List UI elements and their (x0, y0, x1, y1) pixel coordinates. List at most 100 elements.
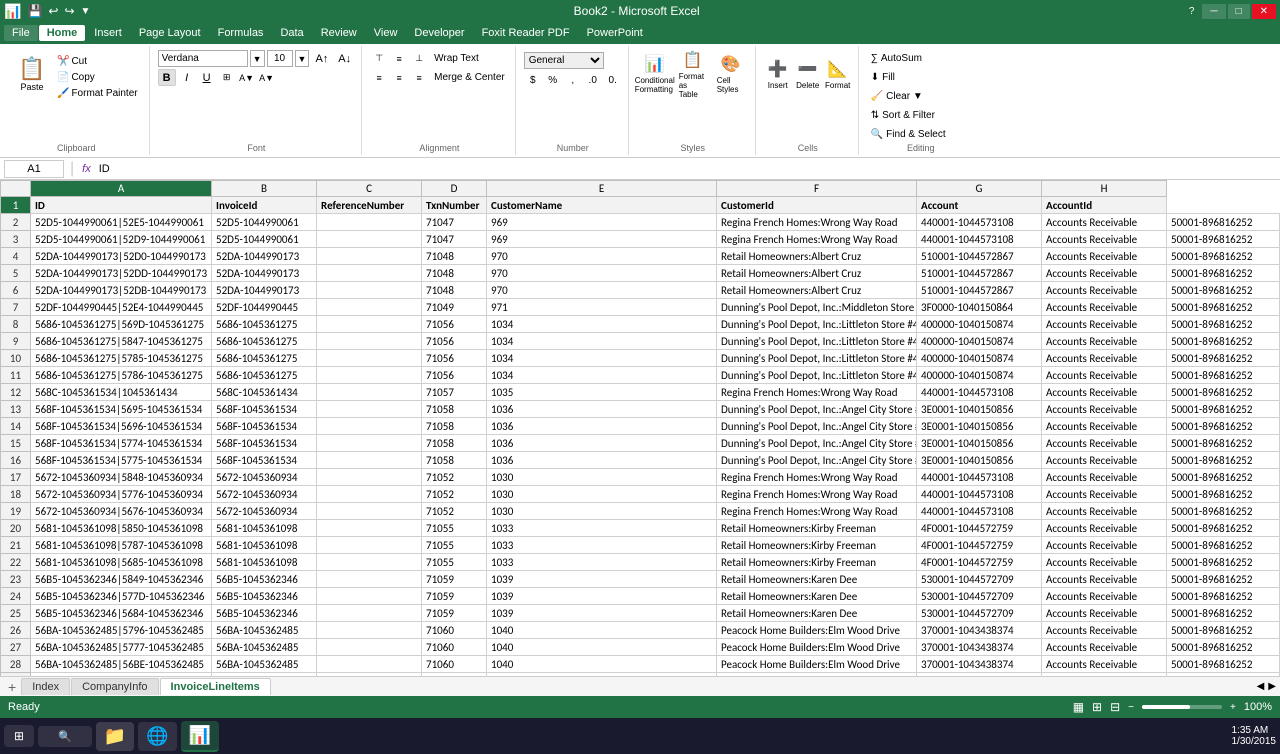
dec-decimal-btn[interactable]: 0. (604, 72, 622, 89)
zoom-slider[interactable] (1142, 705, 1222, 709)
data-cell[interactable]: 400000-1040150874 (917, 333, 1042, 350)
data-cell[interactable]: 52DA-1044990173|52DB-1044990173 (31, 282, 212, 299)
data-cell[interactable]: 56BA-1045362485|56BE-1045362485 (31, 656, 212, 673)
data-cell[interactable]: Accounts Receivable (1042, 537, 1167, 554)
data-cell[interactable]: Accounts Receivable (1042, 656, 1167, 673)
data-cell[interactable]: 440001-1044573108 (917, 384, 1042, 401)
data-cell[interactable] (317, 367, 422, 384)
taskbar-chrome[interactable]: 🌐 (138, 722, 176, 751)
help-icon[interactable]: ? (1183, 4, 1201, 19)
align-center-btn[interactable]: ≡ (390, 69, 408, 86)
data-cell[interactable]: 52DA-1044990173|52DD-1044990173 (31, 265, 212, 282)
border-button[interactable]: ⊞ (218, 69, 236, 86)
data-cell[interactable]: Accounts Receivable (1042, 367, 1167, 384)
data-cell[interactable]: 50001-896816252 (1167, 537, 1280, 554)
data-cell[interactable]: 400000-1040150874 (917, 367, 1042, 384)
data-cell[interactable]: 510001-1044572867 (917, 265, 1042, 282)
row-header-2[interactable]: 2 (1, 214, 31, 231)
data-cell[interactable]: 5686-1045361275|5786-1045361275 (31, 367, 212, 384)
data-cell[interactable]: Dunning's Pool Depot, Inc.:Angel City St… (717, 401, 917, 418)
col-header-g[interactable]: G (917, 181, 1042, 197)
data-cell[interactable]: 5686-1045361275|569D-1045361275 (31, 316, 212, 333)
data-cell[interactable]: 1040 (487, 639, 717, 656)
font-name-dropdown[interactable]: ▼ (250, 50, 265, 67)
data-cell[interactable]: 71048 (422, 265, 487, 282)
delete-btn[interactable]: ➖ Delete (794, 52, 822, 96)
data-cell[interactable]: 71052 (422, 503, 487, 520)
data-cell[interactable]: 970 (487, 248, 717, 265)
data-cell[interactable]: Accounts Receivable (1042, 231, 1167, 248)
data-cell[interactable]: 52DA-1044990173 (212, 248, 317, 265)
data-cell[interactable]: 50001-896816252 (1167, 401, 1280, 418)
align-left-btn[interactable]: ≡ (370, 69, 388, 86)
align-right-btn[interactable]: ≡ (410, 69, 428, 86)
italic-button[interactable]: I (178, 69, 196, 86)
data-cell[interactable]: 440001-1044573108 (917, 486, 1042, 503)
data-cell[interactable]: 1040 (487, 656, 717, 673)
data-cell[interactable]: 50001-896816252 (1167, 486, 1280, 503)
data-cell[interactable]: Accounts Receivable (1042, 554, 1167, 571)
cell-styles-btn[interactable]: 🎨 Cell Styles (713, 52, 749, 96)
data-cell[interactable]: 510001-1044572867 (917, 282, 1042, 299)
row-header-25[interactable]: 25 (1, 605, 31, 622)
menu-foxit[interactable]: Foxit Reader PDF (474, 25, 578, 41)
data-cell[interactable]: 1039 (487, 605, 717, 622)
data-cell[interactable] (317, 656, 422, 673)
format-btn[interactable]: 📐 Format (824, 52, 852, 96)
data-cell[interactable]: 50001-896816252 (1167, 503, 1280, 520)
row-header-16[interactable]: 16 (1, 452, 31, 469)
data-cell[interactable] (317, 503, 422, 520)
data-cell[interactable]: 3F0000-1040150864 (917, 299, 1042, 316)
data-cell[interactable]: 71058 (422, 418, 487, 435)
row-header-8[interactable]: 8 (1, 316, 31, 333)
data-cell[interactable]: Dunning's Pool Depot, Inc.:Littleton Sto… (717, 350, 917, 367)
data-cell[interactable] (317, 299, 422, 316)
data-cell[interactable]: Accounts Receivable (1042, 333, 1167, 350)
qa-redo[interactable]: ↪ (64, 4, 74, 18)
data-cell[interactable]: 56BA-1045362485|5796-1045362485 (31, 622, 212, 639)
data-cell[interactable]: 52DF-1044990445 (212, 299, 317, 316)
data-cell[interactable]: 5686-1045361275 (212, 367, 317, 384)
data-cell[interactable]: 3E0001-1040150856 (917, 401, 1042, 418)
data-cell[interactable]: 3E0001-1040150856 (917, 435, 1042, 452)
format-as-table-btn[interactable]: 📋 Format as Table (675, 52, 711, 96)
data-cell[interactable]: 568F-1045361534|5775-1045361534 (31, 452, 212, 469)
data-cell[interactable]: Accounts Receivable (1042, 350, 1167, 367)
data-cell[interactable]: 370001-1043438374 (917, 656, 1042, 673)
qa-dropdown[interactable]: ▼ (81, 6, 91, 17)
data-cell[interactable]: 71055 (422, 537, 487, 554)
data-cell[interactable]: 52D5-1044990061 (212, 214, 317, 231)
row-header-3[interactable]: 3 (1, 231, 31, 248)
sheet-tab-invoicelineitems[interactable]: InvoiceLineItems (160, 678, 271, 695)
minimize-btn[interactable]: ─ (1202, 4, 1225, 19)
data-cell[interactable]: 56B5-1045362346 (212, 605, 317, 622)
data-cell[interactable]: 56BA-1045362485 (212, 639, 317, 656)
row-header-11[interactable]: 11 (1, 367, 31, 384)
data-cell[interactable]: 56B5-1045362346 (212, 571, 317, 588)
close-btn[interactable]: ✕ (1252, 4, 1276, 19)
decrease-font-btn[interactable]: A↓ (334, 51, 355, 67)
data-cell[interactable]: 71060 (422, 656, 487, 673)
data-cell[interactable]: 370001-1043438374 (917, 622, 1042, 639)
align-bottom-btn[interactable]: ⊥ (410, 50, 428, 67)
data-cell[interactable]: 71055 (422, 520, 487, 537)
data-cell[interactable]: Peacock Home Builders:Elm Wood Drive (717, 656, 917, 673)
data-cell[interactable]: 4F0001-1044572759 (917, 520, 1042, 537)
data-cell[interactable]: 71058 (422, 401, 487, 418)
cell-reference-box[interactable] (4, 160, 64, 178)
data-cell[interactable]: 400000-1040150874 (917, 316, 1042, 333)
data-cell[interactable]: Accounts Receivable (1042, 316, 1167, 333)
data-cell[interactable]: 970 (487, 265, 717, 282)
data-cell[interactable]: Accounts Receivable (1042, 214, 1167, 231)
row-header-10[interactable]: 10 (1, 350, 31, 367)
data-cell[interactable]: Retail Homeowners:Kirby Freeman (717, 537, 917, 554)
cut-button[interactable]: ✂️Cut (54, 54, 141, 69)
data-cell[interactable]: 1040 (487, 622, 717, 639)
col-header-f[interactable]: F (717, 181, 917, 197)
data-cell[interactable]: 50001-896816252 (1167, 214, 1280, 231)
data-cell[interactable]: 5686-1045361275 (212, 316, 317, 333)
start-button[interactable]: ⊞ (4, 725, 34, 747)
data-cell[interactable]: Accounts Receivable (1042, 384, 1167, 401)
data-cell[interactable] (317, 520, 422, 537)
data-cell[interactable]: 50001-896816252 (1167, 367, 1280, 384)
